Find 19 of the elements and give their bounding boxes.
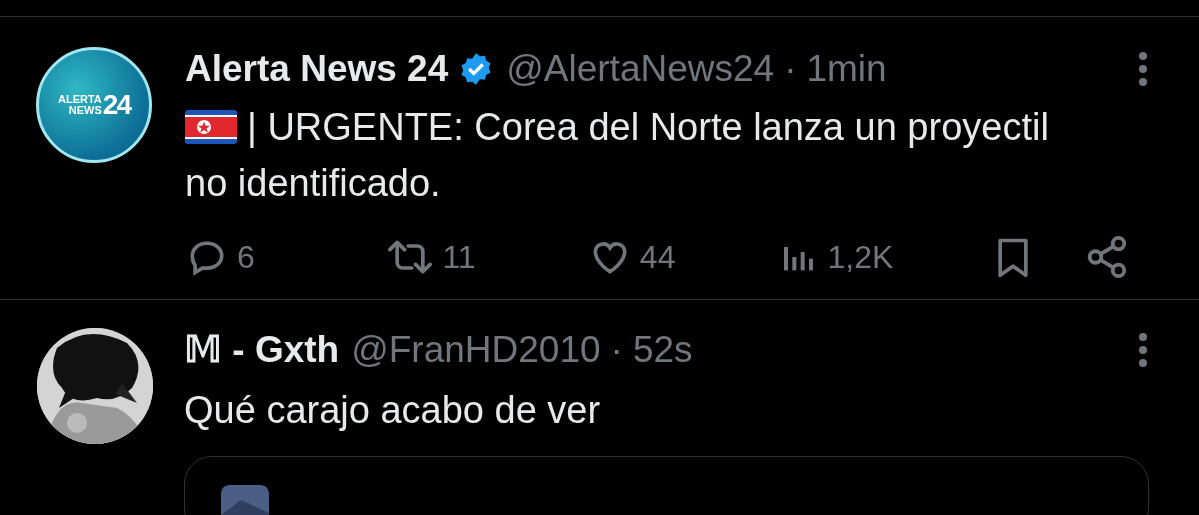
handle[interactable]: @FranHD2010: [351, 322, 601, 378]
logo-number: 24: [102, 91, 130, 119]
views-button[interactable]: 1,2K: [779, 233, 894, 281]
timestamp[interactable]: 52s: [632, 322, 693, 378]
tweet-text: | URGENTE: Corea del Norte lanza un proyectil no identificado.: [185, 105, 1050, 206]
logo-text: ALERTA: [58, 94, 102, 105]
reply-button[interactable]: 6: [185, 233, 255, 281]
logo-text: NEWS: [68, 105, 102, 116]
separator: ·: [784, 47, 797, 92]
repost-button[interactable]: 11: [386, 233, 476, 281]
like-button[interactable]: 44: [587, 233, 676, 281]
timestamp[interactable]: 1min: [806, 41, 887, 97]
display-name[interactable]: 𝕄 - Gxth: [184, 322, 340, 378]
separator: ·: [610, 328, 623, 373]
more-icon[interactable]: [1137, 331, 1149, 369]
more-icon[interactable]: [1137, 50, 1149, 88]
display-name[interactable]: Alerta News 24: [185, 41, 449, 97]
handle[interactable]: @AlertaNews24: [506, 41, 775, 97]
tweet-text: Qué carajo acabo de ver: [184, 388, 602, 433]
